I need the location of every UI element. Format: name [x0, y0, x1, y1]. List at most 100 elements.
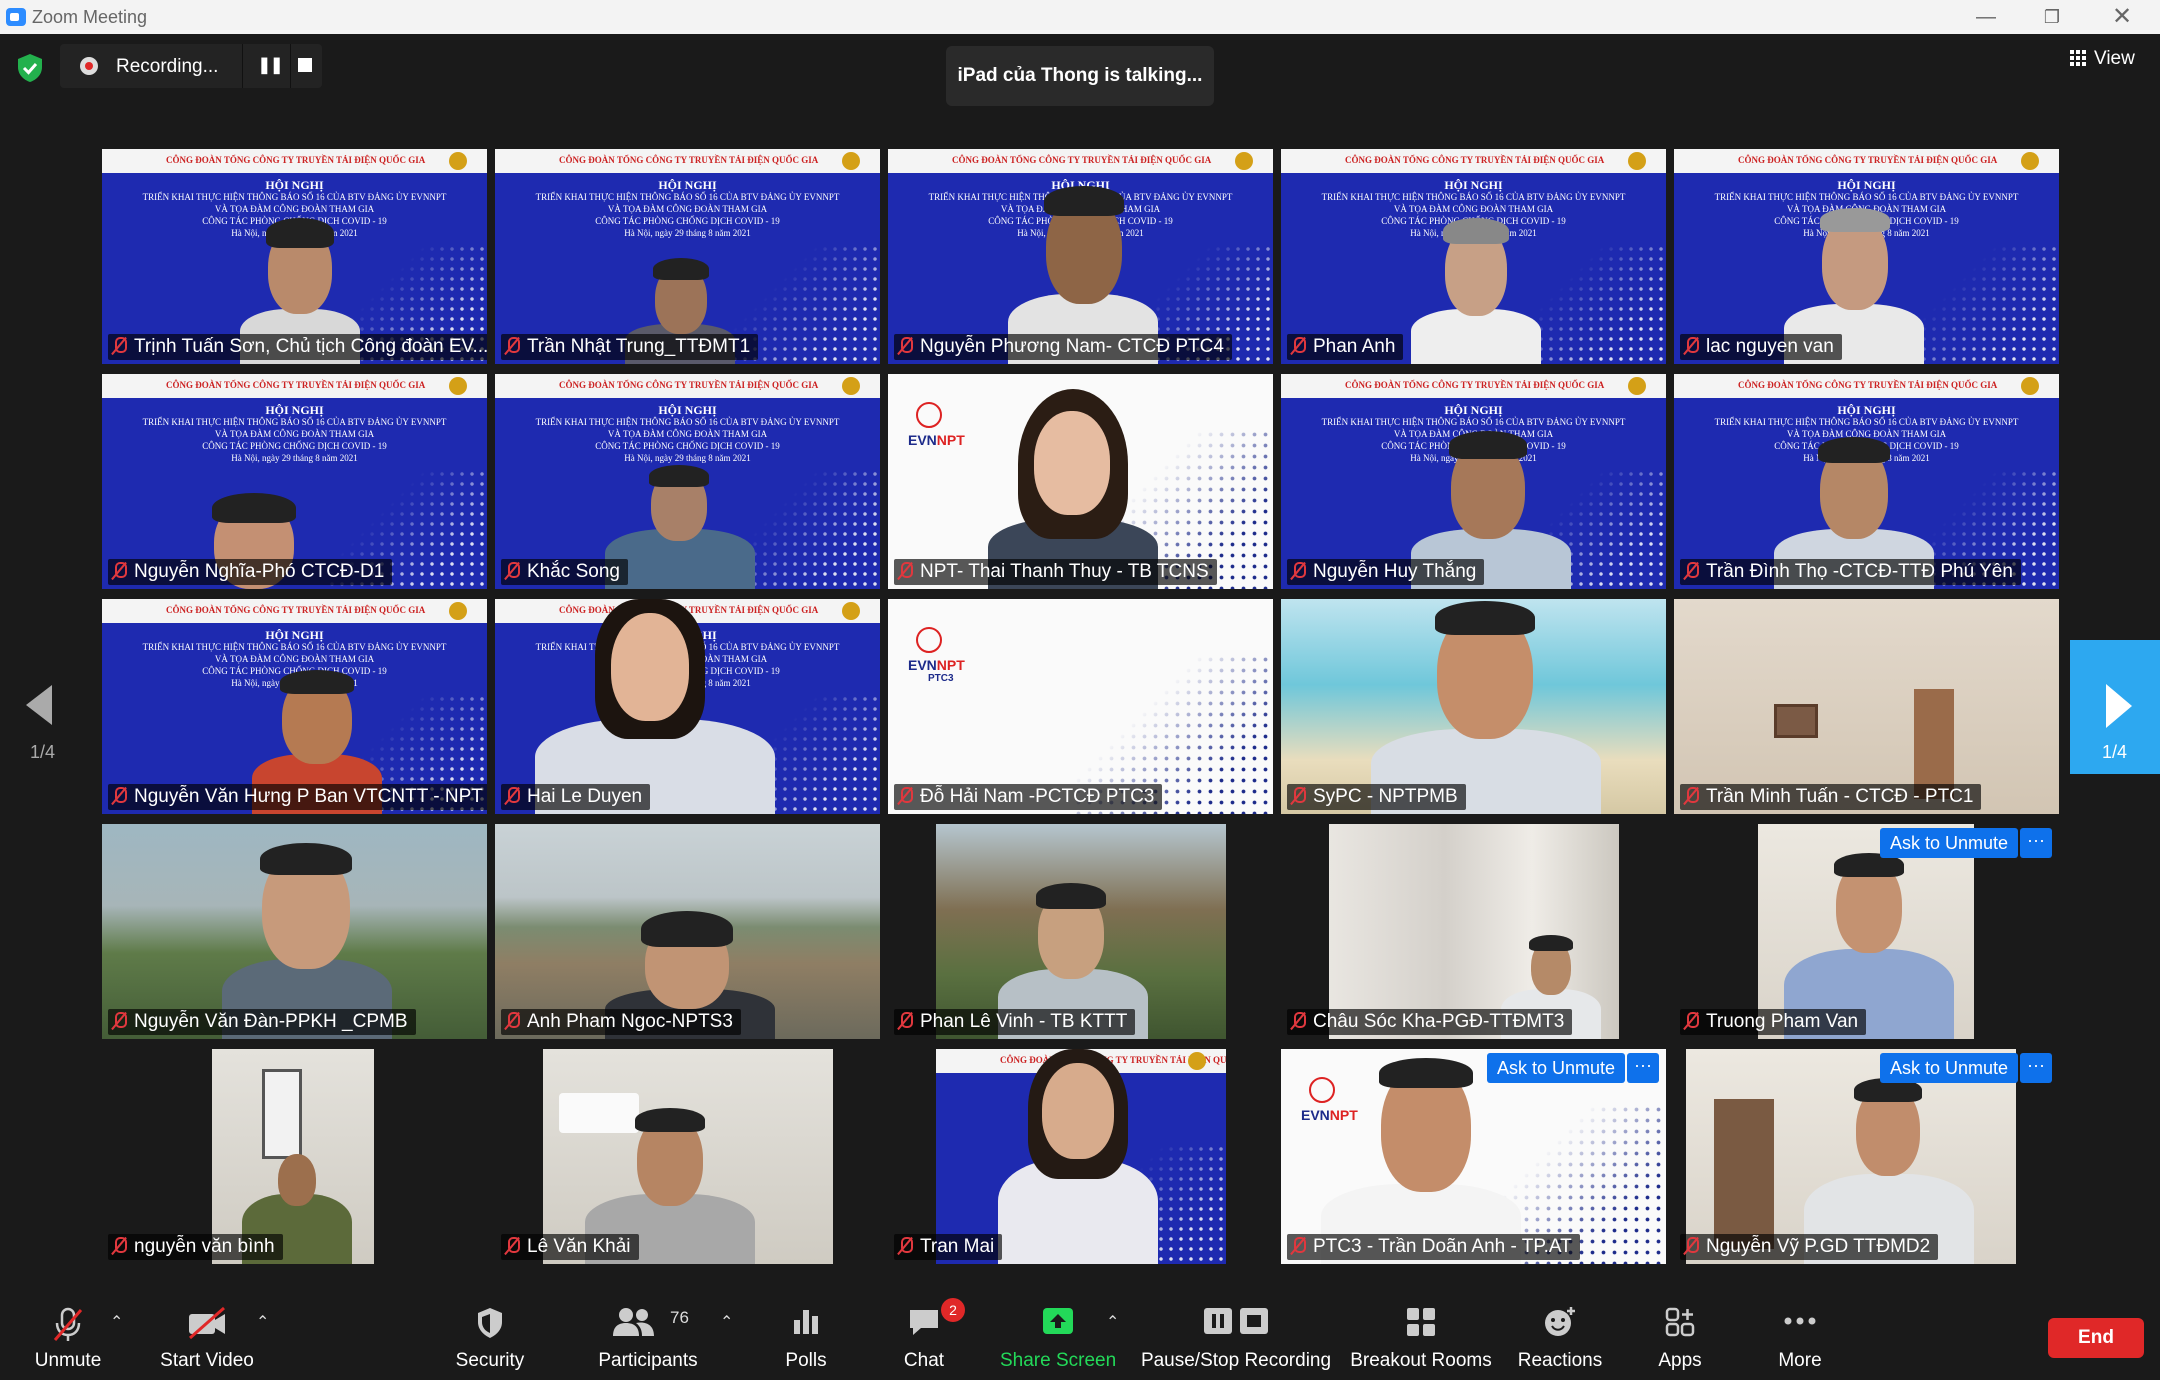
- video-tile[interactable]: HỘI NGHỊTRIỂN KHAI THỰC HIỆN THÔNG BÁO S…: [495, 374, 880, 589]
- active-speaker-banner: iPad của Thong is talking...: [946, 46, 1214, 106]
- recording-label: Recording...: [116, 56, 219, 77]
- muted-mic-icon: [1291, 1012, 1306, 1030]
- video-tile[interactable]: Phan Lê Vinh - TB KTTT: [888, 824, 1273, 1039]
- pause-stop-recording-label: Pause/Stop Recording: [1140, 1350, 1332, 1371]
- next-page-button[interactable]: 1/4: [2070, 640, 2160, 774]
- video-tile[interactable]: SyPC - NPTPMB: [1281, 599, 1666, 814]
- muted-mic-icon: [1291, 337, 1306, 355]
- video-tile[interactable]: HỘI NGHỊTRIỂN KHAI THỰC HIỆN THÔNG BÁO S…: [1281, 374, 1666, 589]
- participant-name: Nguyễn Văn Hưng P Ban VTCNTT - NPT: [108, 784, 487, 810]
- video-tile[interactable]: HỘI NGHỊTRIỂN KHAI THỰC HIỆN THÔNG BÁO S…: [102, 374, 487, 589]
- video-tile[interactable]: HỘI NGHỊTRIỂN KHAI THỰC HIỆN THÔNG BÁO S…: [495, 599, 880, 814]
- video-tile[interactable]: HỘI NGHỊTRIỂN KHAI THỰC HIỆN THÔNG BÁO S…: [102, 149, 487, 364]
- participant-name: Trần Minh Tuấn - CTCĐ - PTC1: [1680, 784, 1982, 810]
- stop-recording-icon[interactable]: [298, 58, 312, 72]
- audio-options-caret-icon[interactable]: ⌃: [110, 1312, 123, 1332]
- muted-mic-icon: [1684, 1237, 1699, 1255]
- slide-text: HỘI NGHỊTRIỂN KHAI THỰC HIỆN THÔNG BÁO S…: [535, 403, 840, 463]
- security-button[interactable]: Security: [440, 1288, 540, 1380]
- video-tile[interactable]: EVNNPT Ask to Unmute ··· PTC3 - Trần Doã…: [1281, 1049, 1666, 1264]
- unmute-button[interactable]: Unmute: [20, 1288, 116, 1380]
- page-indicator-left: 1/4: [30, 742, 56, 762]
- chat-icon: [910, 1310, 938, 1335]
- tile-more-button[interactable]: ···: [2020, 828, 2052, 858]
- chat-button[interactable]: 2 Chat: [888, 1288, 965, 1380]
- more-label: More: [1778, 1350, 1822, 1371]
- breakout-rooms-button[interactable]: Breakout Rooms: [1350, 1288, 1492, 1380]
- participant-name: PTC3 - Trần Doãn Anh - TP.AT: [1287, 1234, 1580, 1260]
- polls-button[interactable]: Polls: [770, 1288, 842, 1380]
- slide-header: [495, 374, 880, 398]
- ask-to-unmute-button[interactable]: Ask to Unmute: [1880, 828, 2019, 858]
- video-tile[interactable]: HỘI NGHỊTRIỂN KHAI THỰC HIỆN THÔNG BÁO S…: [1674, 374, 2059, 589]
- reactions-smiley-icon: [1545, 1307, 1575, 1336]
- breakout-rooms-icon: [1407, 1308, 1435, 1336]
- video-tile[interactable]: Anh Pham Ngoc-NPTS3: [495, 824, 880, 1039]
- slide-header: [1281, 149, 1666, 173]
- participant-name: Trần Đình Thọ -CTCĐ-TTĐ Phú Yên: [1680, 559, 2021, 585]
- muted-mic-icon: [1291, 1237, 1306, 1255]
- participant-name: Anh Pham Ngoc-NPTS3: [501, 1009, 741, 1035]
- gallery-view: HỘI NGHỊTRIỂN KHAI THỰC HIỆN THÔNG BÁO S…: [102, 149, 2059, 1264]
- ask-to-unmute-button[interactable]: Ask to Unmute: [1487, 1053, 1626, 1083]
- participant-name: Nguyễn Nghĩa-Phó CTCĐ-D1: [108, 559, 393, 585]
- security-shield-icon: [478, 1308, 502, 1338]
- more-button[interactable]: More: [1760, 1288, 1840, 1380]
- participants-options-caret-icon[interactable]: ⌃: [720, 1312, 733, 1332]
- window-titlebar: Zoom Meeting — ❐ ✕: [0, 0, 2160, 34]
- muted-mic-icon: [112, 562, 127, 580]
- pause-stop-recording-button[interactable]: Pause/Stop Recording: [1140, 1288, 1332, 1380]
- pause-recording-icon[interactable]: ❚❚: [256, 52, 284, 80]
- tile-more-button[interactable]: ···: [2020, 1053, 2052, 1083]
- previous-page-button[interactable]: [26, 685, 56, 725]
- video-options-caret-icon[interactable]: ⌃: [256, 1312, 269, 1332]
- video-tile[interactable]: HỘI NGHỊTRIỂN KHAI THỰC HIỆN THÔNG BÁO S…: [495, 149, 880, 364]
- view-label: View: [2094, 48, 2135, 69]
- meeting-topbar: Recording... ❚❚ iPad của Thong is talkin…: [0, 34, 2160, 154]
- pause-stop-recording-icon: [1204, 1308, 1268, 1334]
- video-tile[interactable]: EVNNPT PTC3 Đỗ Hải Nam -PCTCĐ PTC3: [888, 599, 1273, 814]
- restore-icon[interactable]: ❐: [2032, 4, 2072, 30]
- wall-board: [262, 1069, 302, 1159]
- participants-button[interactable]: 76 Participants: [590, 1288, 706, 1380]
- video-tile[interactable]: EVNNPT NPT- Thai Thanh Thuy - TB TCNS: [888, 374, 1273, 589]
- video-tile[interactable]: Tran Mai: [888, 1049, 1273, 1264]
- share-options-caret-icon[interactable]: ⌃: [1106, 1312, 1119, 1332]
- tile-more-button[interactable]: ···: [1627, 1053, 1659, 1083]
- video-tile[interactable]: Ask to Unmute ··· Truong Pham Van: [1674, 824, 2059, 1039]
- participant-name: SyPC - NPTPMB: [1287, 784, 1466, 810]
- minimize-icon[interactable]: —: [1966, 4, 2006, 30]
- participant-name: Nguyễn Phương Nam- CTCĐ PTC4: [894, 334, 1232, 360]
- view-button[interactable]: View: [2070, 48, 2135, 70]
- encryption-shield-icon[interactable]: [14, 52, 46, 84]
- security-label: Security: [455, 1350, 525, 1371]
- apps-button[interactable]: Apps: [1640, 1288, 1720, 1380]
- start-video-button[interactable]: Start Video: [152, 1288, 262, 1380]
- video-tile[interactable]: Lê Văn Khải: [495, 1049, 880, 1264]
- share-screen-button[interactable]: Share Screen: [1000, 1288, 1116, 1380]
- evnnpt-logo: EVNNPT: [908, 402, 965, 448]
- apps-label: Apps: [1658, 1350, 1702, 1371]
- close-icon[interactable]: ✕: [2102, 4, 2142, 30]
- video-tile[interactable]: Ask to Unmute ··· Nguyễn Vỹ P.GD TTĐMD2: [1674, 1049, 2059, 1264]
- muted-mic-icon: [1684, 562, 1699, 580]
- video-tile[interactable]: Châu Sóc Kha-PGĐ-TTĐMT3: [1281, 824, 1666, 1039]
- video-tile[interactable]: Trần Minh Tuấn - CTCĐ - PTC1: [1674, 599, 2059, 814]
- participant-name: Khắc Song: [501, 559, 628, 585]
- end-meeting-button[interactable]: End: [2048, 1318, 2144, 1358]
- video-tile[interactable]: HỘI NGHỊTRIỂN KHAI THỰC HIỆN THÔNG BÁO S…: [888, 149, 1273, 364]
- muted-mic-icon: [898, 787, 913, 805]
- muted-mic-icon: [898, 1237, 913, 1255]
- video-tile[interactable]: nguyễn văn bình: [102, 1049, 487, 1264]
- video-tile[interactable]: HỘI NGHỊTRIỂN KHAI THỰC HIỆN THÔNG BÁO S…: [1674, 149, 2059, 364]
- reactions-button[interactable]: Reactions: [1512, 1288, 1608, 1380]
- ask-to-unmute-button[interactable]: Ask to Unmute: [1880, 1053, 2019, 1083]
- wall-picture: [1774, 704, 1818, 738]
- video-tile[interactable]: HỘI NGHỊTRIỂN KHAI THỰC HIỆN THÔNG BÁO S…: [1281, 149, 1666, 364]
- muted-mic-icon: [1684, 1012, 1699, 1030]
- polls-label: Polls: [785, 1350, 827, 1371]
- evnnpt-ptc3-logo: EVNNPT PTC3: [908, 627, 965, 684]
- recording-separator: [290, 44, 291, 88]
- video-tile[interactable]: Nguyễn Văn Đàn-PPKH _CPMB: [102, 824, 487, 1039]
- video-tile[interactable]: HỘI NGHỊTRIỂN KHAI THỰC HIỆN THÔNG BÁO S…: [102, 599, 487, 814]
